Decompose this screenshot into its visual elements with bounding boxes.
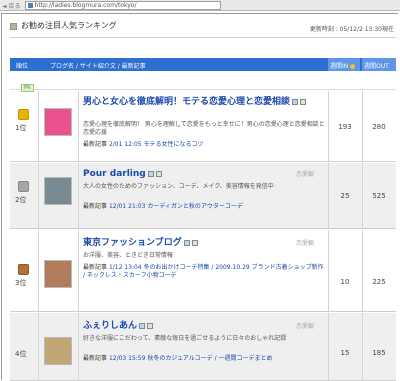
bookmark-icon[interactable] <box>155 170 162 177</box>
blog-title-link[interactable]: 男心と女心を徹底解明！モテる恋愛心理と恋愛相談 <box>83 97 325 107</box>
updated-timestamp: 更新時刻 : 05/12/2 13:30現在 <box>309 26 394 33</box>
header-rank: 順位 <box>16 63 29 70</box>
medal-icon <box>18 264 29 275</box>
rank-label: 1位 <box>15 124 27 132</box>
url-text: http://ladies.blogmura.com/tokyo/ <box>34 1 137 9</box>
bookmark-icon[interactable] <box>300 98 307 105</box>
header-blog: ブログ名 / サイト紹介文 / 最新記事 <box>50 63 146 70</box>
sort-icon <box>350 64 356 69</box>
ranking-row: 3位 東京ファッションブログ 恋愛観 お洋服、美容、ときどき日常情報 最新記事 … <box>10 230 396 312</box>
blog-title-link[interactable]: Pour darling <box>83 169 162 179</box>
header-out-sort[interactable]: 週間OUT <box>362 58 396 71</box>
browser-url-bar: ◄ 戻る http://ladies.blogmura.com/tokyo/ <box>0 0 400 11</box>
in-count: 25 <box>340 192 350 200</box>
profile-icon[interactable] <box>147 170 154 177</box>
bookmark-icon[interactable] <box>147 322 154 329</box>
pr-row: PR <box>10 72 396 92</box>
genre-label: 恋愛観 <box>295 240 314 247</box>
blog-description: お洋服、美容、ときどき日常情報 <box>83 252 173 259</box>
blog-thumbnail[interactable] <box>44 337 72 365</box>
page-header: お勧め注目人気ランキング 更新時刻 : 05/12/2 13:30現在 <box>10 16 396 38</box>
blog-description: 好きな洋服にこだわって、素敵な毎日を過ごせるように日々のおしゃれ記録 <box>83 335 287 342</box>
in-count: 15 <box>340 349 350 357</box>
page-frame: お勧め注目人気ランキング 更新時刻 : 05/12/2 13:30現在 順位 ブ… <box>1 13 398 381</box>
blog-description: 恋愛心理を徹底解明！ 男心を理解して恋愛をもっと幸せに！男心の恋愛心理と恋愛相談… <box>83 121 325 136</box>
genre-label: 恋愛観 <box>295 323 314 330</box>
out-count: 280 <box>372 123 386 131</box>
in-count: 193 <box>338 123 352 131</box>
rank-label: 3位 <box>15 279 27 287</box>
in-count: 10 <box>340 278 350 286</box>
blog-thumbnail[interactable] <box>44 177 72 205</box>
medal-icon <box>18 181 29 192</box>
profile-icon[interactable] <box>183 239 190 246</box>
latest-post-link[interactable]: 最新記事 2/01 12:05 モテる女性になるコツ <box>83 141 325 149</box>
blog-description: 大人の女性のためのファッション、コーデ、メイク、美容情報を発信中 <box>83 183 274 190</box>
ranking-row: 4位 ふぇりしあん 恋愛観 好きな洋服にこだわって、素敵な毎日を過ごせるように日… <box>10 313 396 381</box>
favicon-icon <box>27 2 33 8</box>
profile-icon[interactable] <box>139 322 146 329</box>
address-field[interactable]: http://ladies.blogmura.com/tokyo/ <box>24 0 221 10</box>
page-title: お勧め注目人気ランキング <box>21 21 117 30</box>
rank-label: 4位 <box>15 350 27 358</box>
latest-post-link[interactable]: 最新記事 12/01 21:03 カーディガンと秋のアウターコーデ <box>83 203 325 211</box>
out-count: 225 <box>372 278 386 286</box>
latest-post-link[interactable]: 最新記事 12/03 15:59 秋冬のカジュアルコーデ / 一週間コーデまとめ <box>83 355 325 363</box>
back-button[interactable]: ◄ 戻る <box>0 1 23 10</box>
header-in-sort[interactable]: 週間IN <box>328 58 360 71</box>
ranking-row: 2位 Pour darling 恋愛観 大人の女性のためのファッション、コーデ、… <box>10 163 396 229</box>
blog-title-link[interactable]: ふぇりしあん <box>83 321 154 331</box>
rank-label: 2位 <box>15 196 27 204</box>
profile-icon[interactable] <box>292 98 299 105</box>
out-count: 525 <box>372 192 386 200</box>
latest-post-link[interactable]: 最新記事 1/12 13:04 冬のお出かけコーデ特集 / 2009.10.29… <box>83 264 325 280</box>
blog-title-link[interactable]: 東京ファッションブログ <box>83 238 198 248</box>
table-header: 順位 ブログ名 / サイト紹介文 / 最新記事 週間IN 週間OUT <box>10 58 396 71</box>
crown-icon <box>18 109 29 120</box>
ranking-row: 1位 男心と女心を徹底解明！モテる恋愛心理と恋愛相談 恋愛心理を徹底解明！ 男心… <box>10 91 396 162</box>
genre-label: 恋愛観 <box>295 171 314 178</box>
title-bullet-icon <box>10 23 17 30</box>
bookmark-icon[interactable] <box>191 239 198 246</box>
out-count: 185 <box>372 349 386 357</box>
blog-thumbnail[interactable] <box>44 108 72 136</box>
blog-thumbnail[interactable] <box>44 260 72 288</box>
